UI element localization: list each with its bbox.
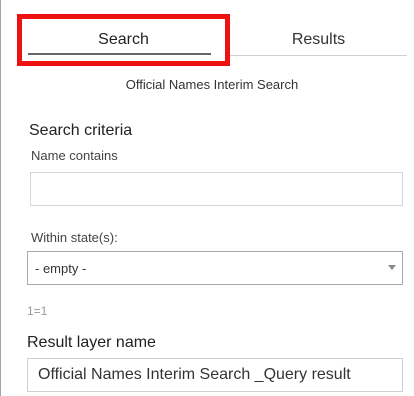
state-select-value: - empty -	[35, 260, 87, 276]
chevron-down-icon[interactable]	[388, 265, 396, 270]
state-select[interactable]: - empty -	[27, 251, 403, 285]
result-layer-name-heading: Result layer name	[27, 334, 156, 351]
tab-results[interactable]: Results	[230, 14, 407, 66]
tab-search-label: Search	[98, 31, 149, 48]
name-contains-label: Name contains	[31, 148, 118, 163]
tab-divider	[230, 55, 407, 56]
name-contains-input[interactable]	[30, 172, 403, 206]
tab-search[interactable]: Search	[17, 14, 230, 66]
active-tab-indicator	[28, 53, 211, 55]
within-state-label: Within state(s):	[31, 230, 118, 245]
query-expression-text: 1=1	[27, 304, 48, 318]
search-criteria-heading: Search criteria	[29, 122, 133, 139]
search-widget-panel: Search Results Official Names Interim Se…	[0, 0, 414, 396]
result-layer-name-input[interactable]	[27, 358, 403, 392]
search-subtitle: Official Names Interim Search	[125, 77, 299, 92]
tab-results-label: Results	[291, 31, 346, 48]
tab-bar: Search Results	[17, 14, 407, 66]
